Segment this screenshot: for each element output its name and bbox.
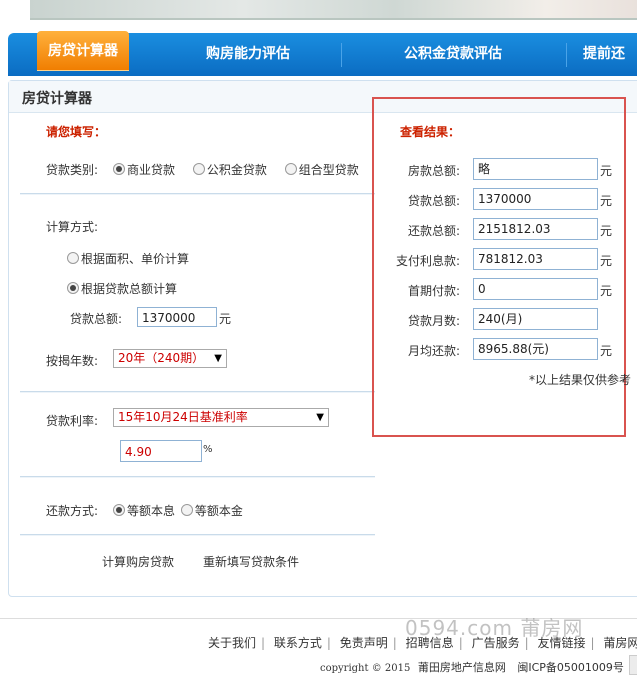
footer-links: 关于我们 | 联系方式 | 免责声明 | 招聘信息 | 广告服务 | 友情链接 | 莆房网 — [208, 634, 637, 651]
top-banner-image — [30, 0, 637, 20]
scrollbar[interactable] — [629, 655, 637, 675]
loan-type-commercial[interactable]: 商业贷款 — [113, 163, 175, 177]
radio-icon[interactable] — [113, 504, 125, 516]
years-select[interactable]: 20年（240期） ▼ — [113, 349, 227, 368]
result-unit: 元 — [600, 164, 613, 178]
result-label-loan-total: 贷款总额: — [407, 194, 460, 208]
radio-icon[interactable] — [192, 163, 205, 175]
nav-tab-prepayment[interactable]: 提前还 — [583, 33, 637, 76]
footer-link-putian[interactable]: 莆房网 — [603, 636, 637, 650]
calc-method-total[interactable]: 根据贷款总额计算 — [67, 280, 177, 297]
result-monthly-payment[interactable]: 8965.88(元) — [473, 338, 598, 360]
result-label-down-payment: 首期付款: — [407, 284, 460, 298]
years-label: 按揭年数: — [46, 354, 99, 368]
loan-total-unit: 元 — [219, 312, 232, 326]
result-heading: 查看结果： — [400, 125, 461, 139]
radio-icon[interactable] — [284, 163, 297, 175]
nav-tab-purchase-ability[interactable]: 购房能力评估 — [163, 33, 333, 76]
result-unit: 元 — [600, 194, 613, 208]
rate-unit: % — [203, 444, 213, 455]
result-repay-total[interactable]: 2151812.03 — [473, 218, 598, 240]
copyright: copyright © 2015 莆田房地产信息网 闽ICP备05001009号 — [320, 659, 624, 675]
result-house-total[interactable]: 略 — [473, 158, 598, 180]
divider — [20, 193, 375, 195]
footer-link-about[interactable]: 关于我们 — [208, 636, 256, 650]
nav-divider — [341, 43, 342, 67]
result-unit: 元 — [600, 254, 613, 268]
footer-link-contact[interactable]: 联系方式 — [274, 636, 322, 650]
result-label-repay-total: 还款总额: — [407, 224, 460, 238]
result-label-interest: 支付利息款: — [395, 254, 460, 268]
loan-type-provident[interactable]: 公积金贷款 — [192, 163, 267, 177]
divider — [20, 476, 375, 478]
panel-title: 房贷计算器 — [22, 91, 92, 107]
loan-total-input[interactable]: 1370000 — [137, 307, 217, 327]
radio-icon[interactable] — [67, 282, 79, 294]
rate-number-input[interactable]: 4.90 — [120, 440, 202, 462]
loan-type-combined[interactable]: 组合型贷款 — [284, 163, 359, 177]
radio-icon[interactable] — [180, 504, 193, 516]
calc-method-label: 计算方式: — [46, 220, 99, 234]
result-interest[interactable]: 781812.03 — [473, 248, 598, 270]
loan-total-label: 贷款总额: — [70, 312, 123, 326]
result-loan-total[interactable]: 1370000 — [473, 188, 598, 210]
radio-icon[interactable] — [67, 252, 79, 264]
divider — [20, 534, 375, 536]
result-unit: 元 — [600, 344, 613, 358]
form-heading: 请您填写： — [46, 125, 107, 139]
dropdown-arrow-icon: ▼ — [214, 353, 222, 364]
result-down-payment[interactable]: 0 — [473, 278, 598, 300]
result-label-house-total: 房款总额: — [407, 164, 460, 178]
copyright-prefix: copyright © 2015 — [320, 663, 411, 674]
footer-link-friends[interactable]: 友情链接 — [537, 636, 585, 650]
calculate-button[interactable]: 计算购房贷款 — [102, 553, 174, 570]
radio-icon[interactable] — [113, 163, 125, 175]
repay-equal-principal[interactable]: 等额本金 — [180, 504, 243, 518]
calc-method-area[interactable]: 根据面积、单价计算 — [67, 250, 189, 267]
result-label-monthly-payment: 月均还款: — [407, 344, 460, 358]
result-months[interactable]: 240(月) — [473, 308, 598, 330]
loan-type-label: 贷款类别: — [46, 163, 99, 177]
footer-link-jobs[interactable]: 招聘信息 — [406, 636, 454, 650]
years-selected: 20年（240期） — [118, 351, 205, 365]
repay-label: 还款方式: — [46, 504, 99, 518]
copyright-company: 莆田房地产信息网 — [417, 661, 506, 674]
loan-type-group: 商业贷款 公积金贷款 组合型贷款 — [113, 161, 359, 178]
repay-group: 等额本息 等额本金 — [113, 502, 243, 519]
copyright-icp: 闽ICP备05001009号 — [517, 661, 624, 674]
rate-select[interactable]: 15年10月24日基准利率 ▼ — [113, 408, 329, 427]
footer-link-disclaimer[interactable]: 免责声明 — [340, 636, 388, 650]
nav-tab-mortgage-calculator[interactable]: 房贷计算器 — [37, 31, 129, 71]
footer-link-ads[interactable]: 广告服务 — [472, 636, 520, 650]
repay-equal-installment[interactable]: 等额本息 — [113, 504, 175, 518]
result-note: *以上结果仅供参考 — [529, 373, 632, 387]
rate-label: 贷款利率: — [46, 414, 99, 428]
result-unit: 元 — [600, 284, 613, 298]
reset-button[interactable]: 重新填写贷款条件 — [203, 553, 299, 570]
nav-divider — [566, 43, 567, 67]
nav-tab-provident-fund[interactable]: 公积金贷款评估 — [353, 33, 553, 76]
rate-selected: 15年10月24日基准利率 — [118, 410, 248, 424]
result-label-months: 贷款月数: — [407, 314, 460, 328]
result-unit: 元 — [600, 224, 613, 238]
dropdown-arrow-icon: ▼ — [316, 412, 324, 423]
divider — [20, 391, 375, 393]
